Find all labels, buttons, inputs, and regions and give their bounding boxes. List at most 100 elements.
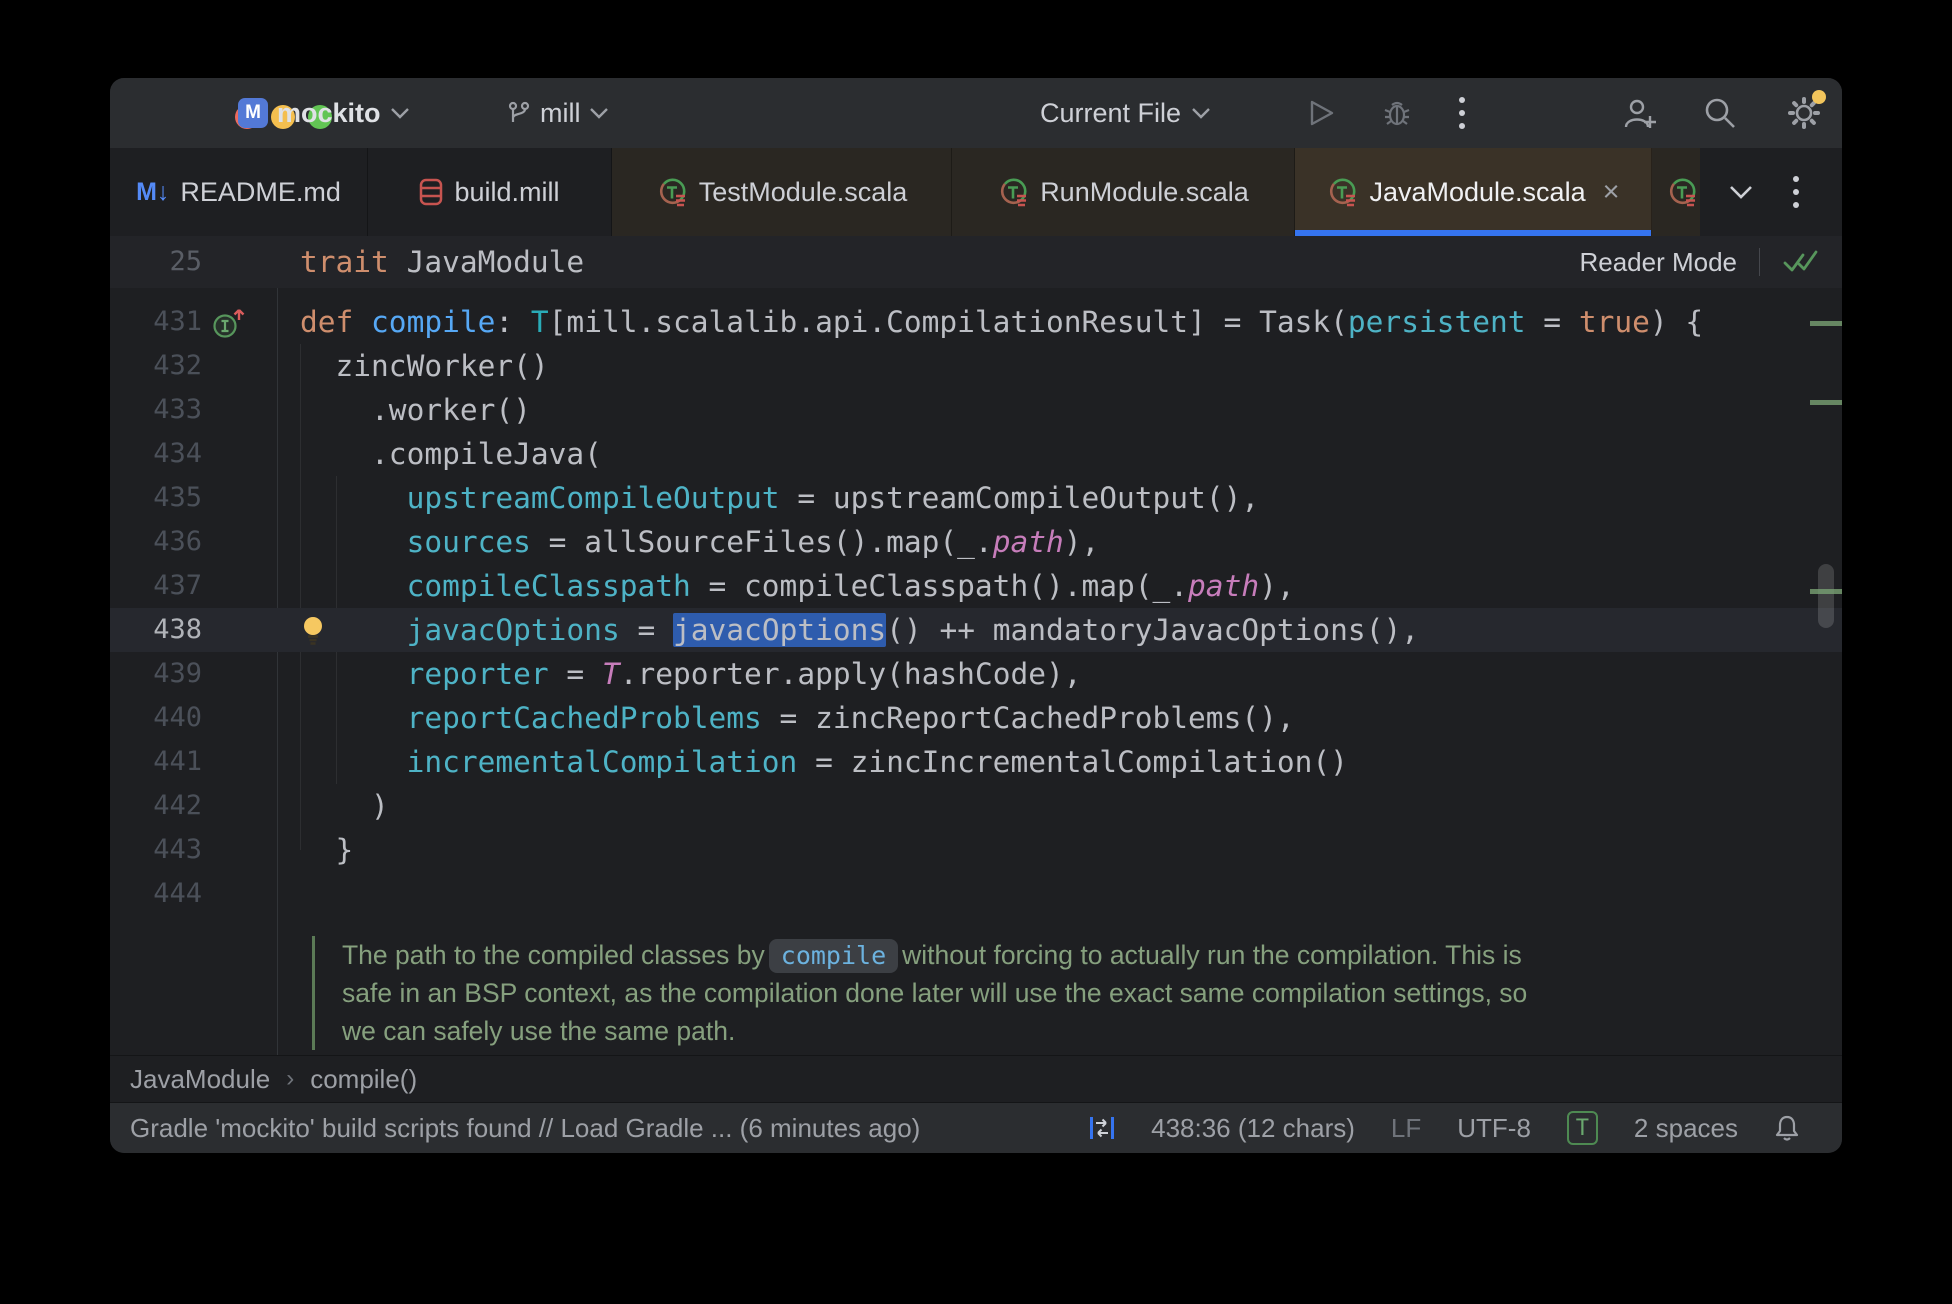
scrollbar-mark [1810, 400, 1842, 405]
line-number[interactable]: 443 [110, 828, 202, 872]
tab-readme-md[interactable]: M↓ README.md [110, 148, 368, 236]
trait-name-token: JavaModule [406, 245, 585, 279]
code-line[interactable]: 434 .compileJava( [110, 432, 1842, 476]
code-text[interactable]: upstreamCompileOutput = upstreamCompileO… [277, 476, 1842, 520]
code-line[interactable]: 438 javacOptions = javacOptions() ++ man… [110, 608, 1842, 652]
code-text[interactable]: ) [277, 784, 1842, 828]
line-number[interactable]: 440 [110, 696, 202, 740]
code-text[interactable]: def compile: T[mill.scalalib.api.Compila… [277, 300, 1842, 344]
doc-line: safe in an BSP context, as the compilati… [342, 978, 1528, 1008]
line-number[interactable]: 435 [110, 476, 202, 520]
code-text[interactable]: } [277, 828, 1842, 872]
sticky-header-line[interactable]: 25 trait JavaModule Reader Mode [110, 236, 1842, 290]
branch-name: mill [540, 97, 581, 128]
lightbulb-icon[interactable] [300, 615, 328, 646]
code-line[interactable]: 435 upstreamCompileOutput = upstreamComp… [110, 476, 1842, 520]
column-selection-icon[interactable] [1089, 1115, 1115, 1141]
project-widget[interactable]: M mockito [238, 78, 410, 148]
status-message[interactable]: Gradle 'mockito' build scripts found // … [110, 1113, 920, 1144]
tab-testmodule-scala[interactable]: TestModule.scala [612, 148, 952, 236]
highlighting-level-widget[interactable]: T [1566, 1111, 1598, 1145]
code-text[interactable]: .compileJava( [277, 432, 1842, 476]
line-number[interactable]: 434 [110, 432, 202, 476]
notifications-bell-icon[interactable] [1774, 1114, 1800, 1142]
tab-partial[interactable] [1652, 148, 1700, 236]
sticky-line-number: 25 [169, 246, 202, 277]
show-hidden-tabs-button[interactable] [1728, 148, 1754, 236]
scrollbar-thumb[interactable] [1818, 564, 1834, 628]
code-text[interactable]: sources = allSourceFiles().map(_.path), [277, 520, 1842, 564]
line-separator-widget[interactable]: LF [1391, 1113, 1421, 1144]
line-number[interactable]: 444 [110, 872, 202, 916]
ellipsis-vertical-icon [1459, 97, 1465, 129]
indent-widget[interactable]: 2 spaces [1634, 1113, 1738, 1144]
code-line[interactable]: 433 .worker() [110, 388, 1842, 432]
code-token: def [300, 305, 372, 339]
line-number[interactable]: 433 [110, 388, 202, 432]
code-line[interactable]: 443 } [110, 828, 1842, 872]
tab-label: README.md [180, 176, 341, 207]
line-number[interactable]: 441 [110, 740, 202, 784]
close-tab-icon[interactable]: × [1603, 177, 1620, 207]
editor-tabbar: M↓ README.md build.mill TestModule.scala [110, 148, 1842, 236]
tab-label: TestModule.scala [698, 176, 908, 207]
code-text[interactable]: .worker() [277, 388, 1842, 432]
line-number[interactable]: 438 [110, 608, 202, 652]
markdown-icon: M↓ [136, 177, 170, 206]
run-configuration-selector[interactable]: Current File [1040, 78, 1211, 148]
code-line[interactable]: 444 [110, 872, 1842, 916]
code-line[interactable]: 437 compileClasspath = compileClasspath(… [110, 564, 1842, 608]
code-text[interactable]: javacOptions = javacOptions() ++ mandato… [277, 608, 1842, 652]
code-line[interactable]: 439 reporter = T.reporter.apply(hashCode… [110, 652, 1842, 696]
scala-trait-icon [1669, 178, 1696, 207]
breadcrumb-item[interactable]: JavaModule [130, 1064, 270, 1095]
tab-runmodule-scala[interactable]: RunModule.scala [952, 148, 1295, 236]
overrides-method-icon[interactable] [212, 307, 248, 339]
code-text[interactable]: reporter = T.reporter.apply(hashCode), [277, 652, 1842, 696]
run-button[interactable] [1309, 78, 1335, 148]
line-number[interactable]: 437 [110, 564, 202, 608]
code-text[interactable]: reportCachedProblems = zincReportCachedP… [277, 696, 1842, 740]
line-number[interactable]: 439 [110, 652, 202, 696]
code-text[interactable]: zincWorker() [277, 344, 1842, 388]
more-actions-button[interactable] [1458, 78, 1466, 148]
code-line[interactable]: 440 reportCachedProblems = zincReportCac… [110, 696, 1842, 740]
code-with-me-button[interactable] [1622, 78, 1658, 148]
chevron-down-icon [1192, 107, 1210, 119]
code-line[interactable]: 441 incrementalCompilation = zincIncreme… [110, 740, 1842, 784]
editor-pane[interactable]: 431 def compile: T[mill.scalalib.api.Comp… [110, 288, 1842, 1055]
code-text[interactable] [277, 872, 1842, 916]
settings-button[interactable] [1786, 78, 1826, 148]
line-number[interactable]: 432 [110, 344, 202, 388]
code-line[interactable]: 442 ) [110, 784, 1842, 828]
tab-javamodule-scala[interactable]: JavaModule.scala × [1295, 148, 1652, 236]
code-token: T [530, 305, 549, 339]
code-token: [mill.scalalib.api.CompilationResult] = … [548, 305, 1348, 339]
line-number[interactable]: 442 [110, 784, 202, 828]
debug-button[interactable] [1382, 78, 1412, 148]
tab-build-mill[interactable]: build.mill [368, 148, 612, 236]
desktop: M mockito mill Current File M↓ README.md… [0, 0, 1952, 1304]
tab-options-button[interactable] [1792, 148, 1800, 236]
code-line[interactable]: 431 def compile: T[mill.scalalib.api.Comp… [110, 300, 1842, 344]
search-everywhere-button[interactable] [1703, 78, 1737, 148]
breadcrumb-item[interactable]: compile() [310, 1064, 417, 1095]
play-icon [1310, 100, 1334, 126]
gutter [202, 696, 277, 740]
caret-position-widget[interactable]: 438:36 (12 chars) [1151, 1113, 1355, 1144]
code-line[interactable]: 436 sources = allSourceFiles().map(_.pat… [110, 520, 1842, 564]
code-line[interactable]: 432 zincWorker() [110, 344, 1842, 388]
line-number[interactable]: 431 [110, 300, 202, 344]
line-number[interactable]: 436 [110, 520, 202, 564]
code-token: javacOptions [406, 613, 620, 647]
mill-file-icon [420, 178, 443, 206]
vcs-widget[interactable]: mill [506, 78, 609, 148]
code-text[interactable]: compileClasspath = compileClasspath().ma… [277, 564, 1842, 608]
reader-mode-check-icon[interactable] [1782, 248, 1820, 276]
intention-bulb[interactable] [300, 615, 328, 645]
code-token: sources [406, 525, 531, 559]
encoding-widget[interactable]: UTF-8 [1457, 1113, 1531, 1144]
reader-mode-label: Reader Mode [1579, 246, 1737, 277]
code-text[interactable]: incrementalCompilation = zincIncremental… [277, 740, 1842, 784]
